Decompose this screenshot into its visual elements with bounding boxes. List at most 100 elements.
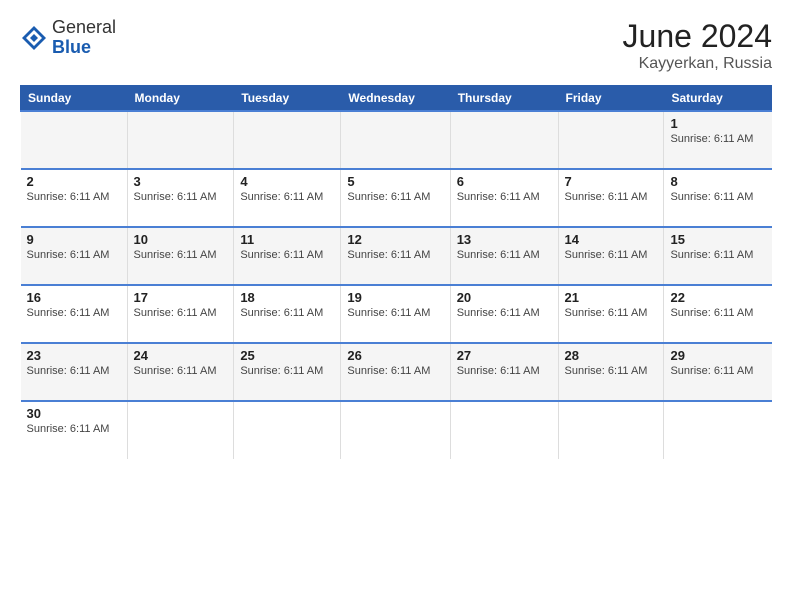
calendar-day: 8Sunrise: 6:11 AM [664,169,772,227]
sunrise-time: Sunrise: 6:11 AM [134,307,217,319]
sunrise-time: Sunrise: 6:11 AM [457,191,540,203]
day-number: 12 [347,232,443,247]
col-thursday: Thursday [450,86,558,112]
sunrise-time: Sunrise: 6:11 AM [565,249,648,261]
title-block: June 2024 Kayyerkan, Russia [623,18,772,73]
day-number: 11 [240,232,334,247]
calendar-day: 21 Sunrise: 6:11 AM [558,285,664,343]
calendar-day: 5Sunrise: 6:11 AM [341,169,450,227]
day-number: 17 [134,290,228,305]
day-number: 29 [670,348,765,363]
col-tuesday: Tuesday [234,86,341,112]
sunrise-time: Sunrise: 6:11 AM [134,249,217,261]
calendar-day: 4 Sunrise: 6:11 AM [234,169,341,227]
sunrise-time: Sunrise: 6:11 AM [670,307,753,319]
calendar-week-row: 1 Sunrise: 6:11 AM [21,111,772,169]
calendar-day: 6Sunrise: 6:11 AM [450,169,558,227]
day-number: 25 [240,348,334,363]
sunrise-time: Sunrise: 6:11 AM [457,307,540,319]
col-friday: Friday [558,86,664,112]
sunrise-time: Sunrise: 6:11 AM [670,365,753,377]
calendar-day [558,111,664,169]
day-number: 2 [27,174,121,189]
logo-text: General Blue [52,18,116,58]
calendar-week-row: 9Sunrise: 6:11 AM 10 Sunrise: 6:11 AM 11 Sun… [21,227,772,285]
calendar-day: 13Sunrise: 6:11 AM [450,227,558,285]
calendar-day: 23 Sunrise: 6:11 AM [21,343,128,401]
calendar-day: 22 Sunrise: 6:11 AM [664,285,772,343]
calendar-day: 16 Sunrise: 6:11 AM [21,285,128,343]
sunrise-time: Sunrise: 6:11 AM [565,307,648,319]
calendar-day: 30Sunrise: 6:11 AM [21,401,128,459]
calendar-day: 20Sunrise: 6:11 AM [450,285,558,343]
calendar-day: 25 Sunrise: 6:11 AM [234,343,341,401]
calendar-day [450,111,558,169]
logo-icon [20,24,48,52]
month-year: June 2024 [623,18,772,55]
calendar-week-row: 16Sunrise: 6:11 AM17Sunrise: 6:11 AM18Su… [21,285,772,343]
day-number: 21 [565,290,658,305]
calendar-header-row: Sunday Monday Tuesday Wednesday Thursday… [21,86,772,112]
calendar-day: 7 Sunrise: 6:11 AM [558,169,664,227]
day-number: 3 [134,174,228,189]
calendar-day: 24Sunrise: 6:11 AM [127,343,234,401]
calendar-day: 12Sunrise: 6:11 AM [341,227,450,285]
page: General Blue June 2024 Kayyerkan, Russia… [0,0,792,612]
calendar-day: 10 Sunrise: 6:11 AM [127,227,234,285]
sunrise-time: Sunrise: 6:11 AM [27,307,110,319]
calendar-day: 19Sunrise: 6:11 AM [341,285,450,343]
calendar-day: 2Sunrise: 6:11 AM [21,169,128,227]
sunrise-time: Sunrise: 6:11 AM [670,191,753,203]
sunrise-time: Sunrise: 6:11 AM [240,249,323,261]
sunrise-time: Sunrise: 6:11 AM [670,133,753,145]
day-number: 28 [565,348,658,363]
sunrise-time: Sunrise: 6:11 AM [565,191,648,203]
sunrise-time: Sunrise: 6:11 AM [240,191,323,203]
calendar-day: 14 Sunrise: 6:11 AM [558,227,664,285]
day-number: 18 [240,290,334,305]
calendar-week-row: 30Sunrise: 6:11 AM [21,401,772,459]
calendar-day: 18Sunrise: 6:11 AM [234,285,341,343]
sunrise-time: Sunrise: 6:11 AM [27,249,110,261]
calendar-day [664,401,772,459]
sunrise-time: Sunrise: 6:11 AM [134,191,217,203]
calendar-day [558,401,664,459]
day-number: 1 [670,116,765,131]
calendar-week-row: 23 Sunrise: 6:11 AM 24Sunrise: 6:11 AM 25 Su… [21,343,772,401]
day-number: 14 [565,232,658,247]
sunrise-time: Sunrise: 6:11 AM [670,249,753,261]
day-number: 4 [240,174,334,189]
col-monday: Monday [127,86,234,112]
day-number: 10 [134,232,228,247]
calendar-day: 9Sunrise: 6:11 AM [21,227,128,285]
sunrise-time: Sunrise: 6:11 AM [27,365,110,377]
sunrise-time: Sunrise: 6:11 AM [347,307,430,319]
col-saturday: Saturday [664,86,772,112]
day-number: 26 [347,348,443,363]
calendar-day: 27 Sunrise: 6:11 AM [450,343,558,401]
day-number: 27 [457,348,552,363]
day-number: 23 [27,348,121,363]
calendar-day: 1 Sunrise: 6:11 AM [664,111,772,169]
day-number: 16 [27,290,121,305]
calendar-day [21,111,128,169]
calendar-day: 26 Sunrise: 6:11 AM [341,343,450,401]
calendar-day: 11 Sunrise: 6:11 AM [234,227,341,285]
sunrise-time: Sunrise: 6:11 AM [347,365,430,377]
calendar-day: 15Sunrise: 6:11 AM [664,227,772,285]
col-wednesday: Wednesday [341,86,450,112]
sunrise-time: Sunrise: 6:11 AM [240,365,323,377]
day-number: 5 [347,174,443,189]
sunrise-time: Sunrise: 6:11 AM [457,249,540,261]
calendar-day [234,401,341,459]
day-number: 22 [670,290,765,305]
calendar-day [127,111,234,169]
sunrise-time: Sunrise: 6:11 AM [565,365,648,377]
calendar-day [450,401,558,459]
calendar-day: 29 Sunrise: 6:11 AM [664,343,772,401]
sunrise-time: Sunrise: 6:11 AM [27,423,110,435]
day-number: 7 [565,174,658,189]
col-sunday: Sunday [21,86,128,112]
calendar: Sunday Monday Tuesday Wednesday Thursday… [20,85,772,459]
sunrise-time: Sunrise: 6:11 AM [457,365,540,377]
